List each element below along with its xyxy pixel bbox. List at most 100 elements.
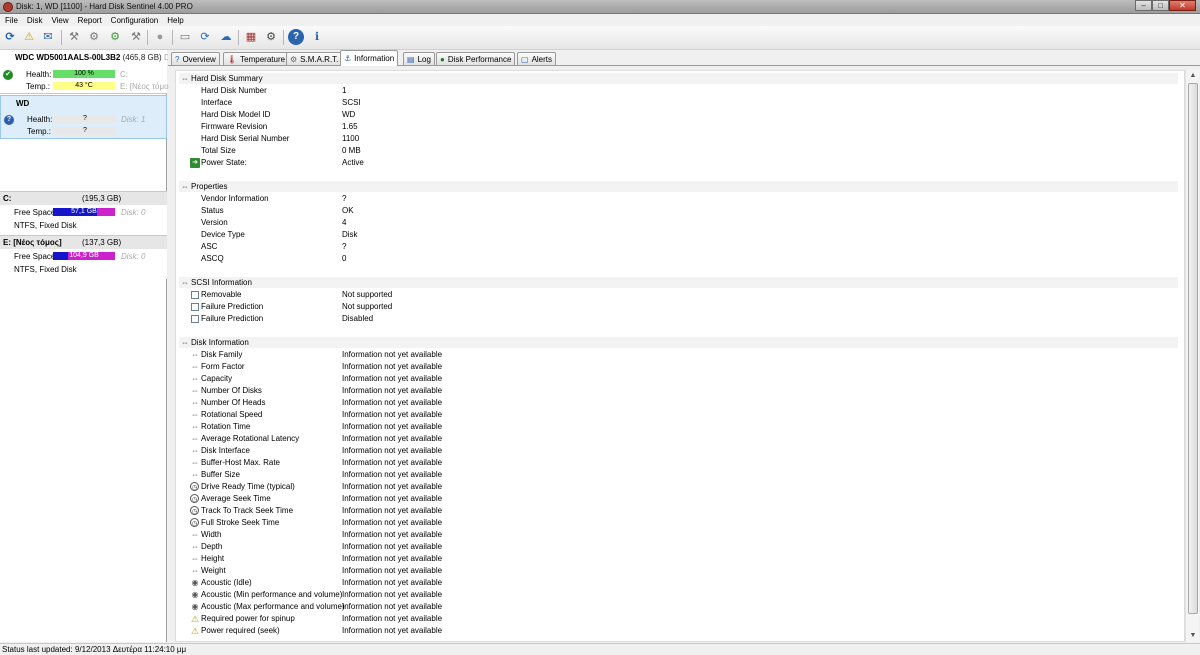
tab-bar: ? Overview 🌡 Temperature ⚙ S.M.A.R.T. ⚓ Info… — [168, 50, 1200, 66]
short-test-icon[interactable]: ● — [152, 29, 168, 45]
tab-label: Disk Performance — [447, 54, 512, 64]
row-value: Information not yet available — [342, 578, 443, 587]
maximize-button[interactable]: □ — [1152, 0, 1169, 11]
copy-icon[interactable]: ⟳ — [197, 29, 213, 45]
info-row: ◉ Acoustic (Min performance and volume) In… — [175, 589, 1175, 601]
app-icon[interactable] — [3, 2, 13, 12]
row-label: Acoustic (Min performance and volume) — [201, 590, 343, 599]
minimize-button[interactable]: – — [1135, 0, 1152, 11]
info-row: ASCQ 0 — [175, 253, 1175, 265]
toolbar-separator — [283, 30, 284, 45]
row-label: Average Seek Time — [201, 494, 271, 503]
menu-help[interactable]: Help — [164, 14, 189, 26]
log-icon: ▤ — [407, 54, 415, 64]
disk-card-1-selected[interactable]: WD ? Health: ? Disk: 1 Temp.: ? — [0, 95, 167, 139]
row-value: ? — [342, 242, 347, 251]
menu-configuration[interactable]: Configuration — [108, 14, 165, 26]
row-value: Information not yet available — [342, 482, 443, 491]
collapse-icon[interactable]: ⇔ — [181, 74, 189, 83]
wrench-icon[interactable]: ⚙ — [107, 29, 123, 45]
ok-status-icon: ✔ — [3, 70, 13, 80]
tab-label: Log — [417, 54, 431, 64]
volume-letter: C: — [3, 194, 12, 203]
toolbar: ⟳ ⚠ ✉ ⚒ ⚙ ⚙ ⚒ ● ▭ ⟳ ☁ ▦ ⚙ ? ℹ — [0, 26, 1200, 50]
collapse-icon[interactable]: ⇔ — [181, 278, 189, 287]
tab-disk-performance[interactable]: ● Disk Performance — [436, 52, 516, 65]
alert-icon[interactable]: ⚠ — [21, 29, 37, 45]
overview-icon: ? — [175, 54, 180, 64]
disk-card-0[interactable]: WDC WD5001AALS-00L3B2 (465,8 GB) Disk ✔ … — [0, 50, 180, 94]
row-label: Power State: — [201, 158, 247, 167]
volume-card-c[interactable]: C: (195,3 GB) Free Space 57,1 GB Disk: 0… — [0, 191, 167, 235]
tab-smart[interactable]: ⚙ S.M.A.R.T. — [286, 52, 343, 65]
info-row: ⇔ Rotational Speed Information not yet ava… — [175, 409, 1175, 421]
disk-list-panel: WDC WD5001AALS-00L3B2 (465,8 GB) Disk ✔ … — [0, 50, 180, 642]
menu-report[interactable]: Report — [75, 14, 108, 26]
collapse-icon[interactable]: ⇔ — [181, 182, 189, 191]
row-label: Disk Interface — [201, 446, 250, 455]
row-value: Information not yet available — [342, 494, 443, 503]
report-icon[interactable]: ⚒ — [66, 29, 82, 45]
collapse-icon[interactable]: ⇔ — [181, 338, 189, 347]
acoustic-icon: ◉ — [191, 602, 199, 611]
row-value: 0 — [342, 254, 347, 263]
row-label: Hard Disk Serial Number — [201, 134, 290, 143]
test-icon[interactable]: ⚙ — [86, 29, 102, 45]
row-label: Number Of Heads — [201, 398, 266, 407]
toolbar-separator — [172, 30, 173, 45]
speed-icon[interactable]: ⚒ — [128, 29, 144, 45]
refresh-icon[interactable]: ⟳ — [2, 29, 18, 45]
free-space-label: Free Space — [14, 208, 56, 217]
vertical-scrollbar[interactable]: ▲ ▼ — [1185, 70, 1199, 642]
mail-icon[interactable]: ✉ — [40, 29, 56, 45]
info-row: ◷ Drive Ready Time (typical) Information n… — [175, 481, 1175, 493]
menu-view[interactable]: View — [48, 14, 74, 26]
clipboard-icon[interactable]: ☁ — [218, 29, 234, 45]
row-value: Information not yet available — [342, 566, 443, 575]
info-row: Device Type Disk — [175, 229, 1175, 241]
info-icon[interactable]: ℹ — [309, 29, 325, 45]
disk-ref: Disk: 0 — [121, 252, 146, 261]
row-value: ? — [342, 194, 347, 203]
row-label: Weight — [201, 566, 226, 575]
row-value: 1100 — [342, 134, 360, 143]
close-button[interactable]: ✕ — [1169, 0, 1196, 11]
scroll-down-arrow-icon[interactable]: ▼ — [1186, 630, 1200, 642]
settings-icon[interactable]: ▦ — [243, 29, 259, 45]
row-label: Width — [201, 530, 222, 539]
tab-temperature[interactable]: 🌡 Temperature — [223, 52, 290, 65]
tab-label: S.M.A.R.T. — [300, 54, 339, 64]
info-row: ◷ Average Seek Time Information not yet av… — [175, 493, 1175, 505]
disk-test-icon[interactable]: ▭ — [177, 29, 193, 45]
volume-card-e[interactable]: E: [Νέος τόμος] (137,3 GB) Free Space 10… — [0, 235, 167, 279]
info-row: ⇔ Capacity Information not yet available — [175, 373, 1175, 385]
tab-overview[interactable]: ? Overview — [171, 52, 220, 65]
info-row: ◉ Acoustic (Idle) Information not yet avai… — [175, 577, 1175, 589]
info-row: ⇔ Rotation Time Information not yet availa… — [175, 421, 1175, 433]
scrollbar-thumb[interactable] — [1188, 83, 1198, 614]
row-label: ASC — [201, 242, 218, 251]
toolbar-separator — [238, 30, 239, 45]
tab-log[interactable]: ▤ Log — [403, 52, 435, 65]
tab-alerts[interactable]: ▢ Alerts — [517, 52, 557, 65]
menu-disk[interactable]: Disk — [24, 14, 49, 26]
info-row: ⇔ Height Information not yet available — [175, 553, 1175, 565]
hardware-icon[interactable]: ⚙ — [263, 29, 279, 45]
row-label: Full Stroke Seek Time — [201, 518, 280, 527]
tab-information[interactable]: ⚓ Information — [340, 50, 399, 66]
rate-icon: ⇔ — [191, 458, 199, 467]
information-content: ⇔ Hard Disk Summary Hard Disk Number 1 Int… — [175, 70, 1185, 642]
clock-icon: ◷ — [190, 506, 199, 515]
alerts-icon: ▢ — [521, 54, 529, 64]
row-value: Information not yet available — [342, 530, 443, 539]
menu-file[interactable]: File — [2, 14, 24, 26]
info-row: ⇔ Form Factor Information not yet availabl… — [175, 361, 1175, 373]
row-value: Active — [342, 158, 364, 167]
scroll-up-arrow-icon[interactable]: ▲ — [1186, 70, 1200, 82]
row-value: Information not yet available — [342, 614, 443, 623]
help-icon[interactable]: ? — [288, 29, 304, 45]
row-label: Hard Disk Number — [201, 86, 267, 95]
disk-family-icon: ⇔ — [191, 350, 199, 359]
row-value: Information not yet available — [342, 602, 443, 611]
health-label: Health: — [27, 115, 53, 124]
